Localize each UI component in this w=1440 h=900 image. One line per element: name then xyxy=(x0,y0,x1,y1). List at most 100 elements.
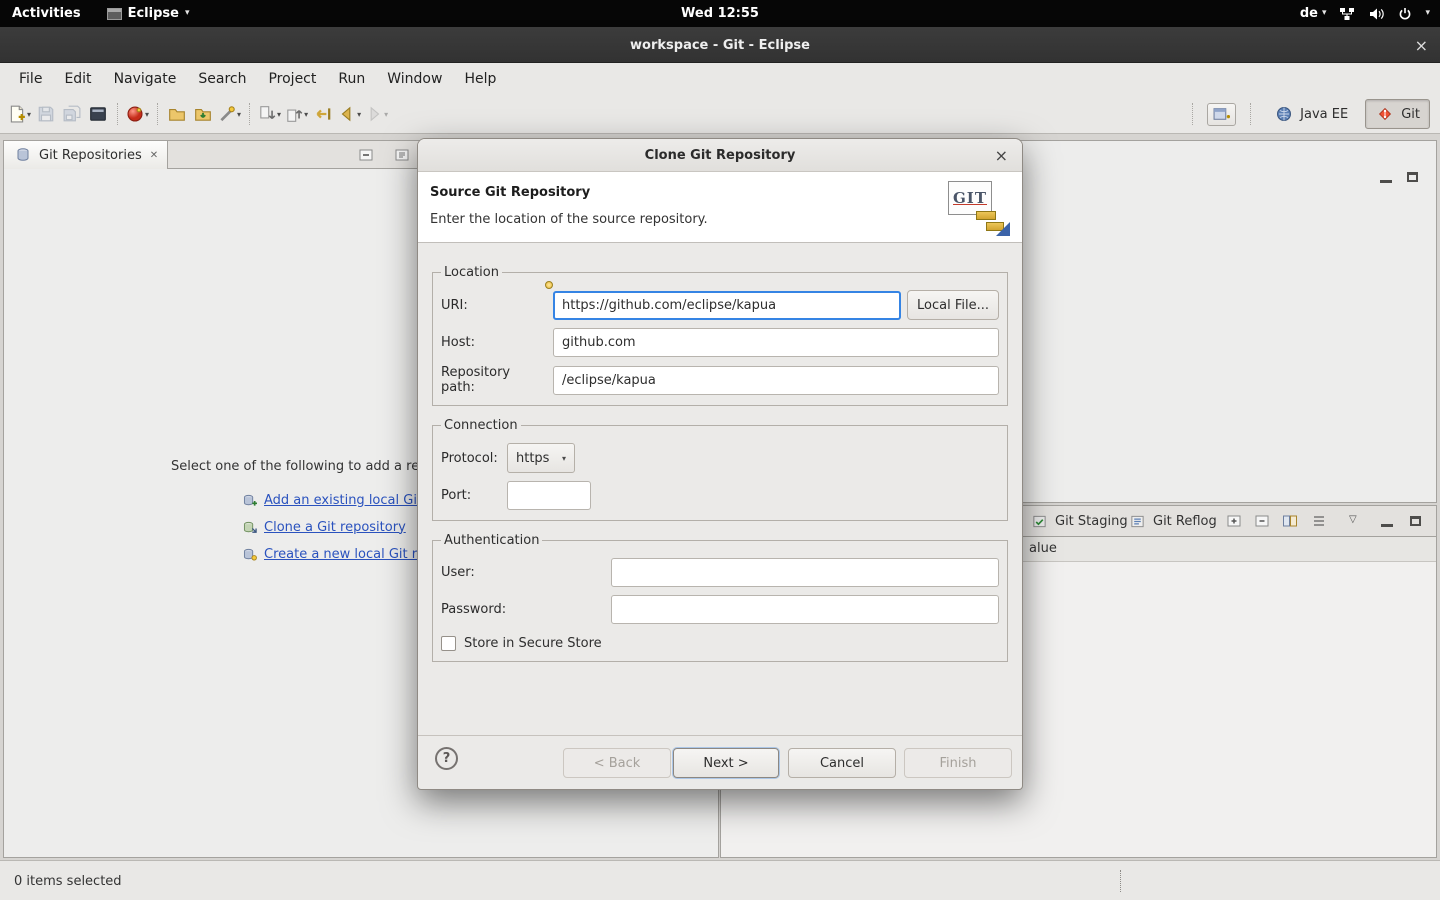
save-button[interactable] xyxy=(33,101,59,127)
window-close-icon[interactable]: × xyxy=(1415,27,1428,63)
secure-store-option[interactable]: Store in Secure Store xyxy=(441,636,999,651)
uri-label: URI: xyxy=(441,298,547,313)
repository-add-icon xyxy=(239,490,259,510)
open-console-button[interactable] xyxy=(85,101,111,127)
git-logo-text: GIT xyxy=(953,189,987,207)
chevron-down-icon: ▾ xyxy=(1322,9,1327,18)
selection-status: 0 items selected xyxy=(14,861,122,900)
system-status-area[interactable]: de ▾ ▾ xyxy=(1300,6,1430,21)
menu-edit[interactable]: Edit xyxy=(53,67,102,91)
view-menu-icon[interactable]: ▽ xyxy=(1349,514,1357,525)
activities-button[interactable]: Activities xyxy=(12,6,81,21)
help-button[interactable]: ? xyxy=(435,747,458,770)
back-button[interactable]: ▾ xyxy=(336,101,363,127)
run-button[interactable]: ▾ xyxy=(124,101,151,127)
cancel-button[interactable]: Cancel xyxy=(788,748,896,778)
link-clone-repository[interactable]: Clone a Git repository xyxy=(239,517,406,537)
perspective-java-ee-button[interactable]: Java EE xyxy=(1265,100,1357,128)
dialog-close-icon[interactable]: × xyxy=(995,139,1008,172)
chevron-down-icon: ▾ xyxy=(145,110,149,119)
finish-button[interactable]: Finish xyxy=(904,748,1012,778)
secure-store-checkbox[interactable] xyxy=(441,636,456,651)
dialog-titlebar[interactable]: Clone Git Repository × xyxy=(418,139,1022,172)
link-with-editor-icon[interactable] xyxy=(392,145,412,165)
host-label: Host: xyxy=(441,335,547,350)
menu-search[interactable]: Search xyxy=(187,67,257,91)
wizard-footer: ? < Back Next > Cancel Finish xyxy=(418,735,1022,789)
chevron-down-icon: ▾ xyxy=(27,110,31,119)
tab-git-reflog-label: Git Reflog xyxy=(1153,514,1217,529)
tab-close-icon[interactable]: ✕ xyxy=(150,150,158,161)
content-assist-icon xyxy=(545,281,553,289)
import-button[interactable] xyxy=(190,101,216,127)
tab-git-staging-label: Git Staging xyxy=(1055,514,1128,529)
next-annotation-button[interactable]: ▾ xyxy=(256,101,283,127)
keyboard-layout-indicator[interactable]: de ▾ xyxy=(1300,6,1327,21)
collapse-all-icon[interactable] xyxy=(1252,511,1272,531)
previous-annotation-button[interactable]: ▾ xyxy=(283,101,310,127)
protocol-value: https xyxy=(516,451,549,466)
minimize-icon[interactable] xyxy=(1376,171,1396,191)
menu-navigate[interactable]: Navigate xyxy=(103,67,188,91)
clone-git-repository-dialog: Clone Git Repository × Source Git Reposi… xyxy=(417,138,1023,790)
git-perspective-icon xyxy=(1375,104,1395,124)
protocol-dropdown[interactable]: https ▾ xyxy=(507,443,575,473)
uri-input[interactable] xyxy=(553,291,901,320)
wizard-title: Source Git Repository xyxy=(430,185,590,200)
link-create-repository[interactable]: Create a new local Git re xyxy=(239,544,425,564)
wizard-subtitle: Enter the location of the source reposit… xyxy=(430,212,708,227)
minimize-icon[interactable] xyxy=(1377,515,1397,535)
window-title: workspace - Git - Eclipse xyxy=(0,27,1440,63)
menu-run[interactable]: Run xyxy=(327,67,376,91)
link-add-existing-repository[interactable]: Add an existing local Git xyxy=(239,490,422,510)
menu-file[interactable]: File xyxy=(8,67,53,91)
protocol-label: Protocol: xyxy=(441,451,501,466)
user-label: User: xyxy=(441,565,605,580)
maximize-icon[interactable] xyxy=(1405,511,1425,531)
port-label: Port: xyxy=(441,488,501,503)
tab-git-reflog[interactable]: Git Reflog xyxy=(1119,508,1225,535)
git-repository-icon xyxy=(13,145,33,165)
menu-project[interactable]: Project xyxy=(257,67,327,91)
repository-path-input[interactable] xyxy=(553,366,999,395)
forward-button[interactable]: ▾ xyxy=(363,101,390,127)
repository-new-icon xyxy=(239,544,259,564)
open-perspective-button[interactable] xyxy=(1207,103,1236,126)
maximize-icon[interactable] xyxy=(1402,167,1422,187)
eclipse-chrome: File Edit Navigate Search Project Run Wi… xyxy=(0,63,1440,134)
external-tools-button[interactable]: ▾ xyxy=(216,101,243,127)
value-column-header[interactable]: alue xyxy=(1029,541,1057,556)
back-button-dialog[interactable]: < Back xyxy=(563,748,671,778)
presentation-icon[interactable] xyxy=(1309,511,1329,531)
host-input[interactable] xyxy=(553,328,999,357)
perspective-git-label: Git xyxy=(1401,107,1420,122)
link-clone-repository-label: Clone a Git repository xyxy=(264,520,406,535)
next-button[interactable]: Next > xyxy=(673,748,779,778)
wizard-body: Location URI: Local File... Host: Reposi… xyxy=(418,243,1022,735)
app-menu-button[interactable]: Eclipse ▾ xyxy=(107,6,190,21)
save-all-button[interactable] xyxy=(59,101,85,127)
chevron-down-icon: ▾ xyxy=(237,110,241,119)
port-input[interactable] xyxy=(507,481,591,510)
tab-git-repositories[interactable]: Git Repositories ✕ xyxy=(4,141,168,169)
chevron-down-icon: ▾ xyxy=(357,110,361,119)
perspective-git-button[interactable]: Git xyxy=(1365,99,1430,129)
menu-window[interactable]: Window xyxy=(376,67,453,91)
chevron-down-icon: ▾ xyxy=(277,110,281,119)
window-titlebar[interactable]: workspace - Git - Eclipse × xyxy=(0,27,1440,63)
app-window-icon xyxy=(107,8,122,20)
collapse-all-icon[interactable] xyxy=(356,145,376,165)
menu-help[interactable]: Help xyxy=(453,67,507,91)
location-group: Location URI: Local File... Host: Reposi… xyxy=(432,265,1008,406)
last-edit-location-button[interactable] xyxy=(310,101,336,127)
local-file-button[interactable]: Local File... xyxy=(907,290,999,320)
compare-mode-icon[interactable] xyxy=(1280,511,1300,531)
open-folder-button[interactable] xyxy=(164,101,190,127)
expand-all-icon[interactable] xyxy=(1224,511,1244,531)
password-input[interactable] xyxy=(611,595,999,624)
clock[interactable]: Wed 12:55 xyxy=(681,6,759,21)
user-input[interactable] xyxy=(611,558,999,587)
authentication-legend: Authentication xyxy=(441,533,542,548)
repository-path-label: Repository path: xyxy=(441,365,547,395)
new-wizard-button[interactable]: ▾ xyxy=(6,101,33,127)
